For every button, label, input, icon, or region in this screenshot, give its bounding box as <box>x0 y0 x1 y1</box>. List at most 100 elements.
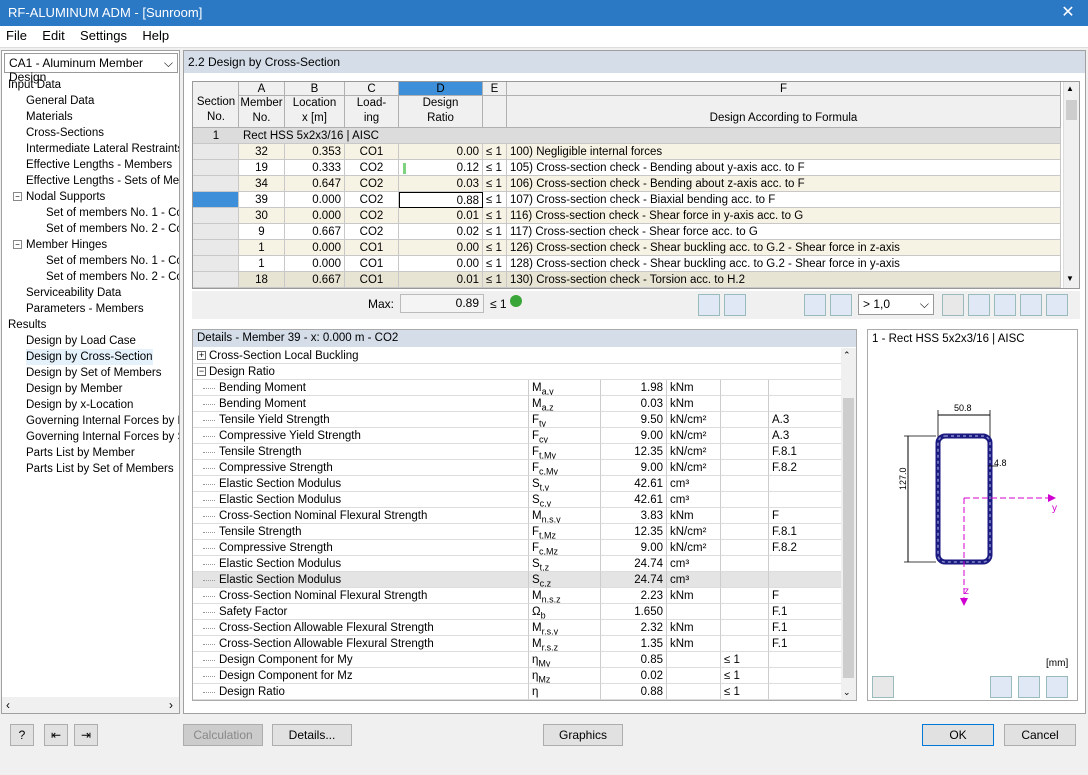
table-cell-load[interactable]: CO1 <box>345 240 399 256</box>
calculation-button[interactable]: Calculation <box>183 724 263 746</box>
table-cell-ratio[interactable]: 0.00 <box>399 144 483 160</box>
details-row[interactable]: Compressive Strength Fc,My 9.00 kN/cm² F.8.2 <box>193 460 842 476</box>
graphics-button[interactable]: Graphics <box>543 724 623 746</box>
view-icon[interactable] <box>1046 294 1068 316</box>
menu-edit[interactable]: Edit <box>36 26 70 46</box>
pointer-icon[interactable] <box>698 294 720 316</box>
table-cell-formula[interactable]: 116) Cross-section check - Shear force i… <box>507 208 1061 224</box>
scroll-up-icon[interactable]: ▲ <box>1066 84 1076 93</box>
tree-item[interactable]: Serviceability Data <box>26 285 121 301</box>
collapse-icon[interactable]: − <box>13 240 22 249</box>
details-row[interactable]: Cross-Section Nominal Flexural Strength M… <box>193 588 842 604</box>
scroll-thumb[interactable] <box>1066 100 1077 120</box>
table-row-header[interactable] <box>193 272 239 288</box>
table-row-header[interactable] <box>193 256 239 272</box>
group-row[interactable]: 1 Rect HSS 5x2x3/16 | AISC <box>193 128 1061 144</box>
tree-item[interactable]: Parts List by Set of Members <box>26 461 174 477</box>
table-cell-le[interactable]: ≤ 1 <box>483 176 507 192</box>
details-row[interactable]: Elastic Section Modulus Sc,z 24.74 cm³ <box>193 572 842 588</box>
dimension-icon[interactable] <box>990 676 1012 698</box>
table-cell-load[interactable]: CO2 <box>345 208 399 224</box>
table-row-header[interactable] <box>193 224 239 240</box>
table-cell-le[interactable]: ≤ 1 <box>483 160 507 176</box>
details-row[interactable]: Compressive Strength Fc,Mz 9.00 kN/cm² F.8.2 <box>193 540 842 556</box>
details-group-row[interactable]: + Cross-Section Local Buckling <box>193 348 842 364</box>
tree-item[interactable]: Set of members No. 2 - Cor <box>46 269 179 285</box>
table-cell-member[interactable]: 1 <box>239 240 285 256</box>
table-cell-formula[interactable]: 106) Cross-section check - Bending about… <box>507 176 1061 192</box>
tree-item[interactable]: Parts List by Member <box>26 445 135 461</box>
tree-item[interactable]: Set of members No. 1 - Cor <box>46 253 179 269</box>
table-cell-le[interactable]: ≤ 1 <box>483 144 507 160</box>
details-row[interactable]: Elastic Section Modulus St,z 24.74 cm³ <box>193 556 842 572</box>
collapse-icon[interactable]: − <box>13 192 22 201</box>
table-cell-ratio[interactable]: 0.01 <box>399 208 483 224</box>
select-member-icon[interactable] <box>1020 294 1042 316</box>
table-cell-x[interactable]: 0.000 <box>285 256 345 272</box>
color-scale-icon[interactable] <box>968 294 990 316</box>
details-button[interactable]: Details... <box>272 724 352 746</box>
tree-horizontal-scrollbar[interactable]: ‹ › <box>2 697 179 713</box>
scroll-right-icon[interactable]: › <box>169 698 173 712</box>
table-cell-member[interactable]: 32 <box>239 144 285 160</box>
import-icon[interactable]: ⇤ <box>44 724 68 746</box>
table-cell-member[interactable]: 39 <box>239 192 285 208</box>
tree-item[interactable]: Parameters - Members <box>26 301 144 317</box>
table-cell-formula[interactable]: 105) Cross-section check - Bending about… <box>507 160 1061 176</box>
tree-item[interactable]: Set of members No. 2 - Cor <box>46 221 179 237</box>
table-cell-load[interactable]: CO1 <box>345 144 399 160</box>
excel-icon[interactable] <box>994 294 1016 316</box>
details-row[interactable]: Design Ratio η 0.88 ≤ 1 <box>193 684 842 700</box>
details-row[interactable]: Tensile Strength Ft,My 12.35 kN/cm² F.8.1 <box>193 444 842 460</box>
details-row[interactable]: Tensile Yield Strength Fty 9.50 kN/cm² A.3 <box>193 412 842 428</box>
tree-item[interactable]: Design by Cross-Section <box>26 349 153 365</box>
table-cell-formula[interactable]: 130) Cross-section check - Torsion acc. … <box>507 272 1061 288</box>
tree-item[interactable]: Intermediate Lateral Restraints <box>26 141 179 157</box>
menu-settings[interactable]: Settings <box>74 26 133 46</box>
export-icon[interactable] <box>804 294 826 316</box>
tree-item[interactable]: Effective Lengths - Sets of Mem <box>26 173 179 189</box>
table-row-header[interactable] <box>193 240 239 256</box>
expand-icon[interactable]: + <box>197 351 206 360</box>
table-cell-x[interactable]: 0.000 <box>285 208 345 224</box>
filter-icon[interactable] <box>942 294 964 316</box>
menu-help[interactable]: Help <box>136 26 175 46</box>
close-icon[interactable]: ✕ <box>1048 0 1088 26</box>
tree-item[interactable]: Effective Lengths - Members <box>26 157 172 173</box>
table-cell-le[interactable]: ≤ 1 <box>483 240 507 256</box>
details-group-row[interactable]: − Design Ratio <box>193 364 842 380</box>
tree-item[interactable]: − Nodal Supports <box>13 189 105 205</box>
tree-item[interactable]: Governing Internal Forces by Se <box>26 429 179 445</box>
case-select[interactable]: CA1 - Aluminum Member Design ⌵ <box>4 53 178 84</box>
table-cell-le[interactable]: ≤ 1 <box>483 192 507 208</box>
table-cell-load[interactable]: CO1 <box>345 256 399 272</box>
axes-icon[interactable] <box>1018 676 1040 698</box>
table-cell-formula[interactable]: 107) Cross-section check - Biaxial bendi… <box>507 192 1061 208</box>
tree-item[interactable]: General Data <box>26 93 94 109</box>
tree-item[interactable]: Design by Set of Members <box>26 365 162 381</box>
table-cell-formula[interactable]: 117) Cross-section check - Shear force a… <box>507 224 1061 240</box>
table-cell-ratio[interactable]: 0.88 <box>399 192 483 208</box>
table-cell-x[interactable]: 0.333 <box>285 160 345 176</box>
table-row-header[interactable] <box>193 176 239 192</box>
table-row-header[interactable] <box>193 192 239 208</box>
table-cell-x[interactable]: 0.667 <box>285 224 345 240</box>
tree-item[interactable]: Results <box>8 317 46 333</box>
table-cell-x[interactable]: 0.667 <box>285 272 345 288</box>
details-vertical-scrollbar[interactable]: ⌃ ⌄ <box>841 348 856 700</box>
table-cell-ratio[interactable]: 0.12 <box>399 160 483 176</box>
tree-item[interactable]: − Member Hinges <box>13 237 107 253</box>
details-row[interactable]: Design Component for Mz ηMz 0.02 ≤ 1 <box>193 668 842 684</box>
tree-item[interactable]: Design by x-Location <box>26 397 133 413</box>
table-cell-load[interactable]: CO2 <box>345 192 399 208</box>
table-cell-le[interactable]: ≤ 1 <box>483 272 507 288</box>
table-vertical-scrollbar[interactable]: ▲ ▼ <box>1063 82 1079 288</box>
details-row[interactable]: Tensile Strength Ft,Mz 12.35 kN/cm² F.8.1 <box>193 524 842 540</box>
table-cell-x[interactable]: 0.647 <box>285 176 345 192</box>
table-cell-ratio[interactable]: 0.00 <box>399 256 483 272</box>
details-row[interactable]: Bending Moment Ma,z 0.03 kNm <box>193 396 842 412</box>
tree-item[interactable]: Design by Member <box>26 381 123 397</box>
table-cell-x[interactable]: 0.000 <box>285 192 345 208</box>
menu-file[interactable]: File <box>0 26 33 46</box>
table-cell-ratio[interactable]: 0.01 <box>399 272 483 288</box>
